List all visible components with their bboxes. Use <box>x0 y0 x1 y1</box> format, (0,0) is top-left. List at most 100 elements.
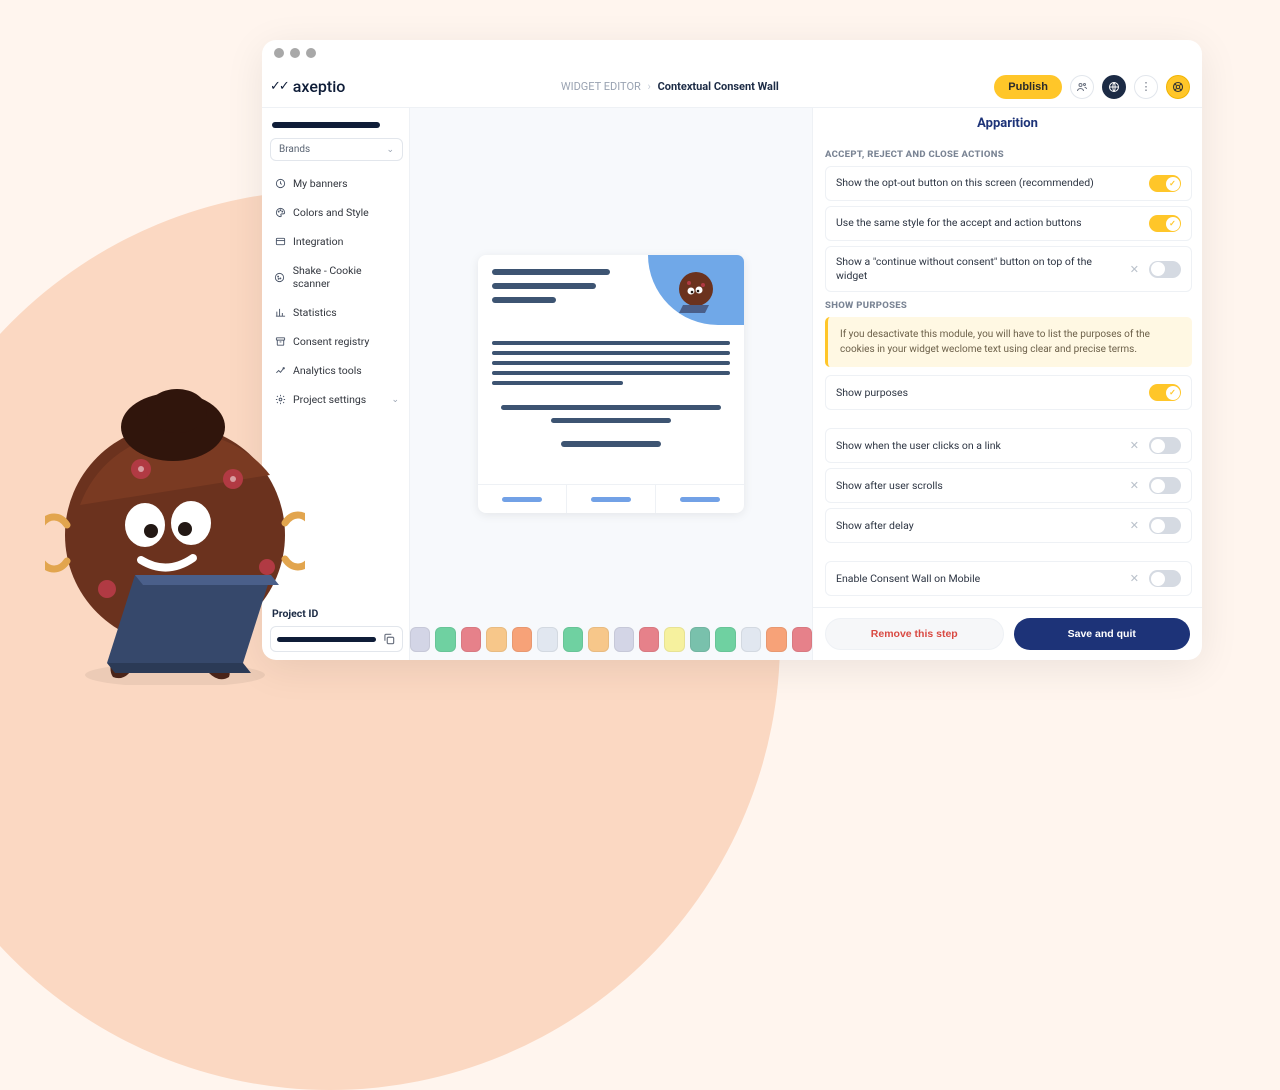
brands-label: Brands <box>279 144 310 155</box>
panel-footer: Remove this step Save and quit <box>813 607 1202 660</box>
clock-icon <box>274 178 286 189</box>
toggle-switch[interactable] <box>1149 215 1181 232</box>
kebab-menu-icon[interactable]: ⋮ <box>1134 75 1158 99</box>
close-icon[interactable]: ✕ <box>1130 572 1139 585</box>
support-icon[interactable] <box>1166 75 1190 99</box>
color-swatch[interactable] <box>690 627 710 652</box>
color-swatch[interactable] <box>741 627 761 652</box>
widget-text-line <box>492 361 730 365</box>
sidebar-item-my-banners[interactable]: My banners <box>270 169 403 198</box>
widget-text-line <box>492 371 730 375</box>
app-header: ✓✓ axeptio WIDGET EDITOR › Contextual Co… <box>262 66 1202 108</box>
chevron-down-icon: ⌄ <box>386 145 394 155</box>
brands-select[interactable]: Brands ⌄ <box>270 138 403 161</box>
window-dot <box>306 48 316 58</box>
sidebar-item-label: Consent registry <box>293 335 369 348</box>
window-dot <box>290 48 300 58</box>
chevron-down-icon: ⌄ <box>391 395 399 405</box>
toggle-same-style: Use the same style for the accept and ac… <box>825 206 1192 241</box>
toggle-switch[interactable] <box>1149 517 1181 534</box>
toggle-show-purposes: Show purposes <box>825 375 1192 410</box>
toggle-label: Show the opt-out button on this screen (… <box>836 176 1139 190</box>
toggle-label: Show after delay <box>836 519 1120 533</box>
color-swatch[interactable] <box>410 627 430 652</box>
remove-step-button[interactable]: Remove this step <box>825 618 1004 650</box>
color-swatch[interactable] <box>715 627 735 652</box>
close-icon[interactable]: ✕ <box>1130 439 1139 452</box>
header-actions: Publish ⋮ <box>994 75 1190 99</box>
color-swatch[interactable] <box>486 627 506 652</box>
widget-action-button[interactable] <box>567 485 656 513</box>
archive-icon <box>274 336 286 347</box>
color-swatch[interactable] <box>792 627 812 652</box>
color-swatch[interactable] <box>664 627 684 652</box>
toggle-switch[interactable] <box>1149 384 1181 401</box>
widget-text-line <box>501 405 721 410</box>
breadcrumb-root[interactable]: WIDGET EDITOR <box>561 80 641 93</box>
widget-illustration <box>648 255 744 325</box>
color-swatch[interactable] <box>614 627 634 652</box>
section-label-purposes: SHOW PURPOSES <box>825 300 1192 311</box>
widget-preview <box>478 255 744 513</box>
window-titlebar <box>262 40 1202 66</box>
close-icon[interactable]: ✕ <box>1130 519 1139 532</box>
toggle-on-delay: Show after delay ✕ <box>825 508 1192 543</box>
color-swatch[interactable] <box>461 627 481 652</box>
toggle-switch[interactable] <box>1149 437 1181 454</box>
sidebar-item-label: My banners <box>293 177 348 190</box>
save-quit-button[interactable]: Save and quit <box>1014 618 1191 650</box>
widget-text-line <box>492 351 730 355</box>
info-callout: If you desactivate this module, you will… <box>825 317 1192 367</box>
team-icon[interactable] <box>1070 75 1094 99</box>
sidebar-item-integration[interactable]: Integration <box>270 227 403 256</box>
preview-canvas <box>410 108 812 660</box>
sidebar-item-label: Integration <box>293 235 343 248</box>
toggle-label: Show when the user clicks on a link <box>836 439 1120 453</box>
toggle-continue-without: Show a "continue without consent" button… <box>825 246 1192 292</box>
toggle-switch[interactable] <box>1149 477 1181 494</box>
widget-text-line <box>492 297 556 303</box>
sidebar-item-shake[interactable]: Shake - Cookie scanner <box>270 256 403 298</box>
toggle-switch[interactable] <box>1149 570 1181 587</box>
globe-icon[interactable] <box>1102 75 1126 99</box>
color-swatch[interactable] <box>639 627 659 652</box>
mascot-illustration <box>45 375 305 685</box>
color-swatch[interactable] <box>512 627 532 652</box>
color-swatch[interactable] <box>588 627 608 652</box>
publish-button[interactable]: Publish <box>994 75 1062 99</box>
toggle-label: Show purposes <box>836 386 1139 400</box>
widget-text-line <box>551 418 671 423</box>
toggle-label: Show a "continue without consent" button… <box>836 255 1120 283</box>
sidebar-item-statistics[interactable]: Statistics <box>270 298 403 327</box>
sidebar-item-label: Shake - Cookie scanner <box>293 264 399 290</box>
color-swatch[interactable] <box>766 627 786 652</box>
sidebar-item-colors[interactable]: Colors and Style <box>270 198 403 227</box>
palette-icon <box>274 207 286 218</box>
color-swatch[interactable] <box>563 627 583 652</box>
widget-text-line <box>492 341 730 345</box>
widget-text-line <box>492 381 623 385</box>
cookie-icon <box>274 272 286 283</box>
toggle-switch[interactable] <box>1149 261 1181 278</box>
sidebar-item-label: Statistics <box>293 306 337 319</box>
integration-icon <box>274 236 286 247</box>
widget-text-line <box>492 283 596 289</box>
logo-text: axeptio <box>293 77 346 96</box>
widget-button-row <box>478 484 744 513</box>
widget-action-button[interactable] <box>478 485 567 513</box>
sidebar-item-registry[interactable]: Consent registry <box>270 327 403 356</box>
copy-icon[interactable] <box>382 632 396 646</box>
color-swatch[interactable] <box>537 627 557 652</box>
logo-mark-icon: ✓✓ <box>270 79 288 94</box>
sidebar-item-label: Colors and Style <box>293 206 369 219</box>
close-icon[interactable]: ✕ <box>1130 479 1139 492</box>
breadcrumb: WIDGET EDITOR › Contextual Consent Wall <box>345 80 994 93</box>
toggle-opt-out: Show the opt-out button on this screen (… <box>825 166 1192 201</box>
toggle-switch[interactable] <box>1149 175 1181 192</box>
close-icon[interactable]: ✕ <box>1130 263 1139 276</box>
window-dot <box>274 48 284 58</box>
widget-action-button[interactable] <box>656 485 744 513</box>
color-swatch[interactable] <box>435 627 455 652</box>
section-label-actions: ACCEPT, REJECT AND CLOSE ACTIONS <box>825 149 1192 160</box>
color-palette <box>410 627 812 652</box>
